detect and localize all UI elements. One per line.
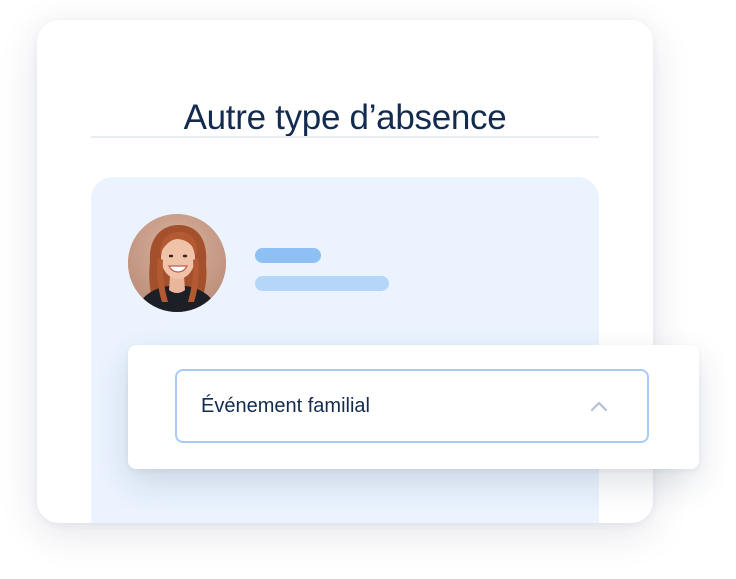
avatar-photo [128,214,226,312]
card-title: Autre type d’absence [183,98,507,137]
stage: Autre type d’absence Événement familial [0,0,736,579]
absence-type-select[interactable]: Événement familial [175,369,649,443]
avatar [128,214,226,312]
chevron-up-icon[interactable] [589,400,609,412]
dropdown-popover: Événement familial [128,345,699,469]
name-placeholder-bar [255,248,321,263]
select-value: Événement familial [201,395,370,417]
title-divider [91,136,599,138]
subtitle-placeholder-bar [255,276,389,291]
